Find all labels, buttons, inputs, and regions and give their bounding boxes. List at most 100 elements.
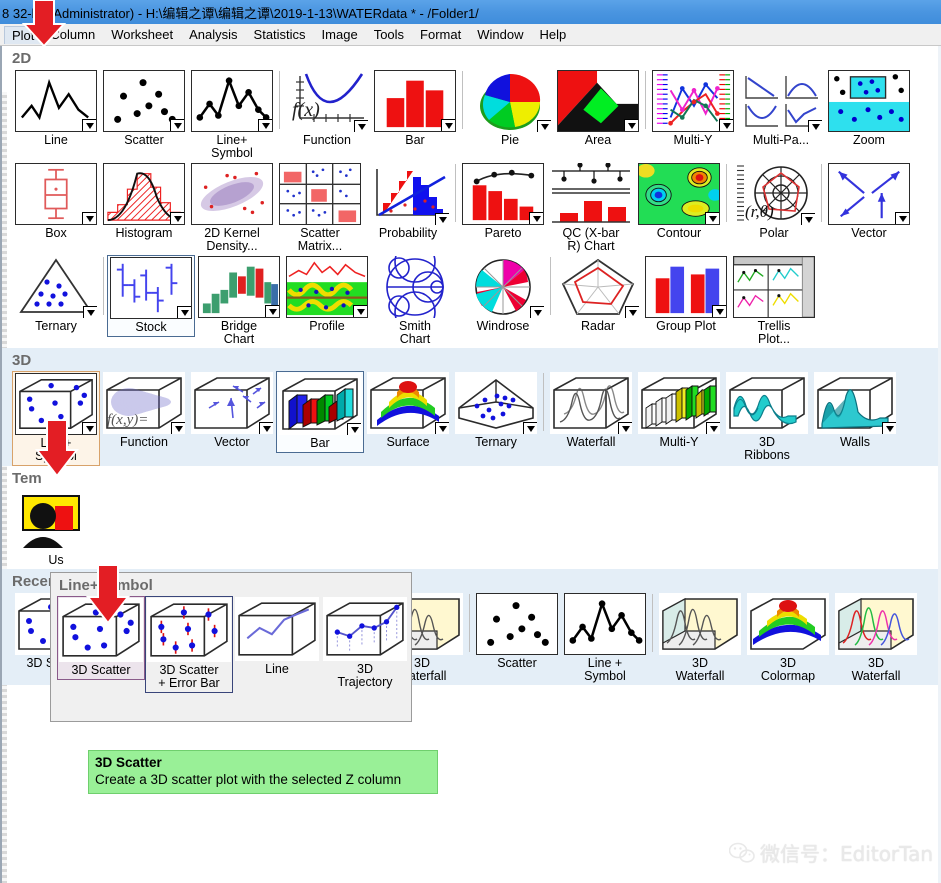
- plot-item-3d-bar[interactable]: Bar: [276, 371, 364, 453]
- 3d-bar-icon: [279, 373, 361, 435]
- group-separator: [462, 71, 463, 129]
- plot-item-recent-line-symbol[interactable]: Line + Symbol: [561, 592, 649, 685]
- chevron-down-icon[interactable]: [177, 306, 191, 318]
- chevron-down-icon[interactable]: [82, 212, 96, 224]
- plot-item-multi-y[interactable]: Multi-Y: [649, 69, 737, 149]
- multi-panel-chart-icon: [740, 70, 822, 132]
- plot-item-scatter-matrix[interactable]: Scatter Matrix...: [276, 162, 364, 255]
- plot-item-label: Polar: [759, 226, 789, 240]
- flyout-item-3d-line[interactable]: Line: [233, 596, 321, 678]
- flyout-item-3d-trajectory[interactable]: 3D Trajectory: [321, 596, 409, 691]
- chevron-down-icon[interactable]: [435, 422, 449, 434]
- plot-item-multi-panel[interactable]: Multi-Pa...: [737, 69, 825, 149]
- plot-item-label: Ternary: [35, 319, 77, 333]
- plot-item-vector[interactable]: Vector: [825, 162, 913, 242]
- plot-item-probability[interactable]: Probability: [364, 162, 452, 242]
- plot-item-scatter[interactable]: Scatter: [100, 69, 188, 149]
- chevron-down-icon[interactable]: [170, 212, 184, 224]
- plot-item-radar[interactable]: Radar: [554, 255, 642, 335]
- chevron-down-icon[interactable]: [530, 306, 544, 318]
- chevron-down-icon[interactable]: [441, 119, 455, 131]
- chevron-down-icon[interactable]: [82, 422, 96, 434]
- plot-item-recent-3d-waterfall-b[interactable]: 3D Waterfall: [656, 592, 744, 685]
- plot-item-box[interactable]: Box: [12, 162, 100, 242]
- menu-item-format[interactable]: Format: [412, 25, 469, 44]
- plot-item-3d-waterfall[interactable]: Waterfall: [547, 371, 635, 451]
- menu-item-tools[interactable]: Tools: [366, 25, 412, 44]
- plot-item-3d-vector[interactable]: Vector: [188, 371, 276, 451]
- plot-item-group-plot[interactable]: Group Plot: [642, 255, 730, 335]
- plot-item-qc-chart[interactable]: QC (X-bar R) Chart: [547, 162, 635, 255]
- plot-item-contour[interactable]: Contour: [635, 162, 723, 242]
- plot-item-3d-surface[interactable]: Surface: [364, 371, 452, 451]
- chevron-down-icon[interactable]: [83, 306, 97, 318]
- chevron-down-icon[interactable]: [808, 120, 822, 132]
- plot-item-user-templates[interactable]: Us: [12, 489, 100, 569]
- plot-item-label: Contour: [656, 226, 702, 240]
- plot-item-3d-multi-y[interactable]: Multi-Y: [635, 371, 723, 451]
- chevron-down-icon[interactable]: [882, 422, 896, 434]
- menu-item-window[interactable]: Window: [469, 25, 531, 44]
- plot-item-windrose[interactable]: Windrose: [459, 255, 547, 335]
- plot-item-trellis-plot[interactable]: Trellis Plot...: [730, 255, 818, 348]
- plot-item-3d-ribbons[interactable]: 3D Ribbons: [723, 371, 811, 464]
- chevron-down-icon[interactable]: [353, 305, 367, 317]
- chevron-down-icon[interactable]: [82, 119, 96, 131]
- plot-item-bar[interactable]: Bar: [371, 69, 459, 149]
- chevron-down-icon[interactable]: [719, 119, 733, 131]
- chevron-down-icon[interactable]: [705, 212, 719, 224]
- plot-item-3d-walls[interactable]: Walls: [811, 371, 899, 451]
- chevron-down-icon[interactable]: [259, 422, 273, 434]
- plot-item-line[interactable]: Line: [12, 69, 100, 149]
- plot-item-pareto[interactable]: Pareto: [459, 162, 547, 242]
- chevron-down-icon[interactable]: [347, 423, 361, 435]
- chevron-down-icon[interactable]: [171, 422, 185, 434]
- plot-item-function[interactable]: f(x) Function: [283, 69, 371, 149]
- flyout-item-3d-scatter-error-bar[interactable]: 3D Scatter + Error Bar: [145, 596, 233, 693]
- plot-item-3d-ternary[interactable]: Ternary: [452, 371, 540, 451]
- chevron-down-icon[interactable]: [618, 422, 632, 434]
- plot-item-recent-3d-colormap[interactable]: 3D Colormap: [744, 592, 832, 685]
- trellis-plot-chart-icon: [733, 256, 815, 318]
- 3d-waterfall-color-icon: [835, 593, 917, 655]
- plot-item-bridge-chart[interactable]: Bridge Chart: [195, 255, 283, 348]
- plot-item-zoom[interactable]: Zoom: [825, 69, 913, 149]
- menu-item-analysis[interactable]: Analysis: [181, 25, 245, 44]
- plot-item-line-symbol[interactable]: Line+ Symbol: [188, 69, 276, 162]
- 3d-scatter-error-icon: [147, 598, 231, 662]
- chevron-down-icon[interactable]: [435, 213, 449, 225]
- 3d-vector-icon: [191, 372, 273, 434]
- chevron-down-icon[interactable]: [706, 422, 720, 434]
- plot-item-histogram[interactable]: Histogram: [100, 162, 188, 242]
- tooltip-3d-scatter: 3D Scatter Create a 3D scatter plot with…: [88, 750, 438, 794]
- chevron-down-icon[interactable]: [625, 306, 639, 318]
- chevron-down-icon[interactable]: [354, 120, 368, 132]
- chevron-down-icon[interactable]: [895, 212, 909, 224]
- plot-item-ternary[interactable]: Ternary: [12, 255, 100, 335]
- plot-item-kernel-density[interactable]: 2D Kernel Density...: [188, 162, 276, 255]
- chevron-down-icon[interactable]: [523, 422, 537, 434]
- flyout-item-label: 3D Trajectory: [337, 662, 393, 689]
- chevron-down-icon[interactable]: [258, 119, 272, 131]
- menu-item-image[interactable]: Image: [314, 25, 366, 44]
- chevron-down-icon[interactable]: [537, 120, 551, 132]
- menu-item-help[interactable]: Help: [531, 25, 574, 44]
- chevron-down-icon[interactable]: [712, 305, 726, 317]
- chevron-down-icon[interactable]: [265, 305, 279, 317]
- plot-item-area[interactable]: Area: [554, 69, 642, 149]
- chevron-down-icon[interactable]: [624, 119, 638, 131]
- plot-item-profile[interactable]: Profile: [283, 255, 371, 335]
- plot-item-smith-chart[interactable]: Smith Chart: [371, 255, 459, 348]
- plot-item-3d-function[interactable]: f(x,y)= Function: [100, 371, 188, 451]
- plot-item-label: Line: [44, 133, 68, 147]
- menu-item-worksheet[interactable]: Worksheet: [103, 25, 181, 44]
- plot-item-recent-scatter[interactable]: Scatter: [473, 592, 561, 672]
- chevron-down-icon[interactable]: [529, 212, 543, 224]
- menu-item-statistics[interactable]: Statistics: [246, 25, 314, 44]
- chevron-down-icon[interactable]: [801, 213, 815, 225]
- plot-item-pie[interactable]: Pie: [466, 69, 554, 149]
- plot-item-polar[interactable]: (r,θ) Polar: [730, 162, 818, 242]
- plot-item-stock[interactable]: Stock: [107, 255, 195, 337]
- plot-item-recent-waterfall-c[interactable]: 3D Waterfall: [832, 592, 920, 685]
- chevron-down-icon[interactable]: [170, 119, 184, 131]
